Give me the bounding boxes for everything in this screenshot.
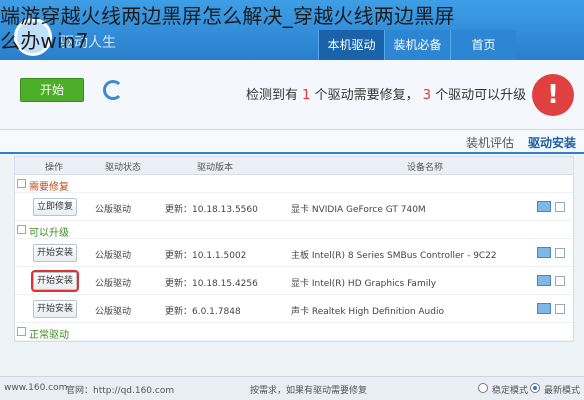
category-label: 正常驱动 — [29, 330, 69, 341]
category-checkbox[interactable] — [17, 327, 26, 336]
row-status: 公版驱动 — [95, 205, 132, 215]
row-device: 显卡 NVIDIA GeForce GT 740M — [291, 205, 426, 215]
row-version: 更新：10.18.13.5560 — [165, 205, 258, 215]
gpu-icon — [537, 201, 551, 212]
table-header: 操作 驱动状态 驱动版本 设备名称 — [15, 157, 573, 175]
col-status: 驱动状态 — [105, 163, 142, 173]
row-checkbox[interactable] — [555, 248, 565, 258]
article-title-overlay: 端游穿越火线两边黑屏怎么解决_穿越火线两边黑屏 么办win7 — [0, 4, 584, 54]
row-status: 公版驱动 — [95, 279, 132, 289]
row-device: 显卡 Intel(R) HD Graphics Family — [291, 279, 437, 289]
start-button[interactable]: 开始 — [20, 78, 84, 102]
footer-site: www.160.com — [4, 383, 68, 393]
status-bar: 官网：http://qd.160.com 按需求，如果有驱动需要修复 稳定模式 … — [0, 376, 584, 400]
row-device: 声卡 Realtek High Definition Audio — [291, 307, 444, 317]
gpu-icon — [537, 275, 551, 286]
msg-prefix: 检测到有 — [246, 88, 299, 103]
overlay-line-1: 端游穿越火线两边黑屏怎么解决_穿越火线两边黑屏 — [0, 4, 455, 28]
driver-table: 操作 驱动状态 驱动版本 设备名称 需要修复 立即修复 公版驱动 更新：10.1… — [14, 156, 574, 342]
motherboard-icon — [537, 247, 551, 258]
latest-mode-radio[interactable] — [530, 383, 540, 393]
category-label: 需要修复 — [29, 182, 69, 193]
category-label: 可以升级 — [29, 228, 69, 239]
col-device: 设备名称 — [407, 163, 444, 173]
stable-mode-label: 稳定模式 — [492, 386, 529, 396]
repair-now-button[interactable]: 立即修复 — [33, 198, 77, 216]
msg-mid: 个驱动需要修复， — [314, 88, 419, 103]
row-device: 主板 Intel(R) 8 Series SMBus Controller - … — [291, 251, 497, 261]
row-version: 更新：10.18.15.4256 — [165, 279, 258, 289]
upgrade-count: 3 — [422, 88, 432, 103]
install-button[interactable]: 开始安装 — [33, 300, 77, 318]
install-button[interactable]: 开始安装 — [31, 270, 79, 292]
table-row: 立即修复 公版驱动 更新：10.18.13.5560 显卡 NVIDIA GeF… — [15, 193, 573, 221]
stable-mode-radio[interactable] — [478, 383, 488, 393]
category-checkbox[interactable] — [17, 225, 26, 234]
overlay-line-2: 么办win7 — [0, 29, 89, 53]
category-normal: 正常驱动 — [15, 323, 573, 341]
category-checkbox[interactable] — [17, 179, 26, 188]
col-op: 操作 — [45, 163, 64, 173]
refresh-icon[interactable] — [103, 80, 123, 100]
col-version: 驱动版本 — [197, 163, 234, 173]
tab-evaluation[interactable]: 装机评估 — [466, 134, 514, 151]
scan-message: 检测到有 1 个驱动需要修复， 3 个驱动可以升级 — [246, 84, 526, 103]
alert-icon: ! — [532, 74, 574, 116]
latest-mode-label: 最新模式 — [544, 386, 581, 396]
row-version: 更新：6.0.1.7848 — [165, 307, 241, 317]
table-row: 开始安装 公版驱动 更新：10.18.15.4256 显卡 Intel(R) H… — [15, 267, 573, 295]
scan-summary: 开始 检测到有 1 个驱动需要修复， 3 个驱动可以升级 ! — [0, 60, 584, 130]
category-upgrade: 可以升级 — [15, 221, 573, 239]
site-url[interactable]: 官网：http://qd.160.com — [66, 383, 174, 396]
app-window: 驱动人生 本机驱动 装机必备 首页 开始 检测到有 1 个驱动需要修复， 3 个… — [0, 0, 584, 400]
row-checkbox[interactable] — [555, 202, 565, 212]
row-checkbox[interactable] — [555, 276, 565, 286]
table-row: 开始安装 公版驱动 更新：6.0.1.7848 声卡 Realtek High … — [15, 295, 573, 323]
row-status: 公版驱动 — [95, 251, 132, 261]
repair-count: 1 — [302, 88, 311, 103]
tab-driver-install[interactable]: 驱动安装 — [528, 134, 576, 151]
speaker-icon — [537, 303, 551, 314]
sub-tabs: 驱动安装 装机评估 — [0, 130, 584, 154]
row-status: 公版驱动 — [95, 307, 132, 317]
footer-note: 按需求，如果有驱动需要修复 — [250, 386, 368, 396]
row-version: 更新：10.1.1.5002 — [165, 251, 247, 261]
row-checkbox[interactable] — [555, 304, 565, 314]
install-button[interactable]: 开始安装 — [33, 244, 77, 262]
msg-suffix: 个驱动可以升级 — [435, 88, 527, 103]
category-repair: 需要修复 — [15, 175, 573, 193]
table-row: 开始安装 公版驱动 更新：10.1.1.5002 主板 Intel(R) 8 S… — [15, 239, 573, 267]
